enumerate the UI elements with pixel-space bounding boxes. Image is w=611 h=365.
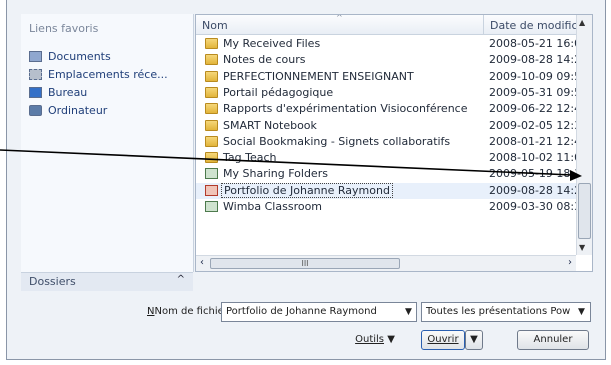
scroll-right-icon[interactable]: › xyxy=(568,257,572,268)
nav-item-label: Bureau xyxy=(48,85,88,99)
sort-arrow-icon: ^ xyxy=(336,15,343,22)
vertical-scroll-thumb[interactable] xyxy=(578,183,591,239)
vertical-scrollbar[interactable]: ▲ ▼ xyxy=(576,15,592,255)
desktop-icon xyxy=(29,86,42,98)
row-date: 2009-08-28 14:26 xyxy=(489,53,589,67)
recent-places-icon xyxy=(29,68,42,80)
folder-icon xyxy=(205,103,218,115)
folder-icon xyxy=(205,135,218,147)
nav-item-label: Ordinateur xyxy=(48,103,108,117)
nav-item-desktop[interactable]: Bureau xyxy=(29,83,87,101)
row-date: 2009-10-09 09:53 xyxy=(489,69,589,83)
row-date: 2009-06-22 12:48 xyxy=(489,102,589,116)
table-row[interactable]: Portail pédagogique 2009-05-31 09:54 xyxy=(196,85,588,101)
row-name: Tag Teach xyxy=(223,151,277,165)
open-options-icon[interactable]: ▼ xyxy=(465,330,483,350)
row-date: 2008-05-21 16:07 xyxy=(489,37,589,50)
file-open-dialog: Liens favoris Documents Emplacements réc… xyxy=(6,0,606,360)
row-date: 2009-08-28 14:26 xyxy=(489,183,589,197)
scroll-up-icon[interactable]: ▲ xyxy=(579,18,585,27)
favorites-title: Liens favoris xyxy=(29,22,99,35)
row-name: My Sharing Folders xyxy=(223,167,328,181)
horizontal-scroll-thumb[interactable]: III xyxy=(210,258,400,269)
table-row[interactable]: Social Bookmaking - Signets collaboratif… xyxy=(196,134,588,150)
table-row[interactable]: Tag Teach 2008-10-02 11:04 xyxy=(196,150,588,166)
folder-icon xyxy=(205,38,218,49)
computer-icon xyxy=(29,104,42,116)
nav-item-label: Documents xyxy=(48,49,111,63)
row-name: Portfolio de Johanne Raymond xyxy=(221,182,393,198)
table-row[interactable]: Portfolio de Johanne Raymond 2009-08-28 1… xyxy=(196,182,588,199)
horizontal-scrollbar[interactable]: ‹ III › xyxy=(196,255,576,271)
row-date: 2009-02-05 12:31 xyxy=(489,118,589,132)
row-date: 2008-10-02 11:04 xyxy=(489,151,589,165)
row-date: 2009-05-31 09:54 xyxy=(489,85,589,99)
table-row[interactable]: My Sharing Folders 2009-05-19 18:14 xyxy=(196,166,588,182)
folder-icon xyxy=(205,152,218,164)
scroll-left-icon[interactable]: ‹ xyxy=(200,257,204,268)
column-header-name[interactable]: ^ Nom xyxy=(196,15,484,35)
tools-button[interactable]: Outils ▼ xyxy=(341,330,409,350)
filename-dropdown-icon[interactable]: ▼ xyxy=(405,307,412,317)
folders-toggle[interactable]: Dossiers ^ xyxy=(21,272,193,291)
table-row[interactable]: Wimba Classroom 2009-03-30 08:30 xyxy=(196,199,588,215)
row-name: Wimba Classroom xyxy=(223,200,323,213)
nav-item-label: Emplacements réce... xyxy=(48,67,168,81)
table-row[interactable]: My Received Files 2008-05-21 16:07 xyxy=(196,36,588,52)
row-name: Portail pédagogique xyxy=(223,85,334,99)
open-button[interactable]: Ouvrir xyxy=(421,330,465,350)
presentation-file-icon xyxy=(205,184,218,196)
row-name: My Received Files xyxy=(223,37,321,50)
row-date: 2009-05-19 18:14 xyxy=(489,167,589,181)
row-date: 2008-01-21 12:47 xyxy=(489,134,589,148)
filetype-dropdown-icon[interactable]: ▼ xyxy=(578,307,585,317)
column-header-date[interactable]: Date de modifica xyxy=(484,15,576,35)
navigation-pane: Liens favoris Documents Emplacements réc… xyxy=(21,14,194,272)
table-row[interactable]: Rapports d'expérimentation Visioconféren… xyxy=(196,101,588,117)
folder-icon xyxy=(205,70,218,82)
chevron-up-icon: ^ xyxy=(176,274,185,285)
table-row[interactable]: Notes de cours 2009-08-28 14:26 xyxy=(196,52,588,68)
row-name: Rapports d'expérimentation Visioconféren… xyxy=(223,102,468,116)
documents-icon xyxy=(29,50,42,62)
row-name: SMART Notebook xyxy=(223,118,317,132)
filetype-select[interactable]: Toutes les présentations Pow xyxy=(421,302,591,322)
scroll-down-icon[interactable]: ▼ xyxy=(579,243,585,252)
row-date: 2009-03-30 08:30 xyxy=(489,200,589,213)
file-list: ^ Nom Date de modifica My Received Files… xyxy=(195,14,593,272)
folders-label: Dossiers xyxy=(29,275,76,288)
row-name: Notes de cours xyxy=(223,53,306,67)
filename-input[interactable]: Portfolio de Johanne Raymond xyxy=(221,302,417,322)
shared-folder-icon xyxy=(205,168,218,180)
cancel-button[interactable]: Annuler xyxy=(517,330,589,350)
nav-item-computer[interactable]: Ordinateur xyxy=(29,101,107,119)
row-name: Social Bookmaking - Signets collaboratif… xyxy=(223,134,451,148)
table-row[interactable]: PERFECTIONNEMENT ENSEIGNANT 2009-10-09 09… xyxy=(196,69,588,85)
table-row[interactable]: SMART Notebook 2009-02-05 12:31 xyxy=(196,118,588,134)
row-name: PERFECTIONNEMENT ENSEIGNANT xyxy=(223,69,414,83)
shared-folder-icon xyxy=(205,201,218,212)
folder-icon xyxy=(205,119,218,131)
nav-item-recent-places[interactable]: Emplacements réce... xyxy=(29,65,168,83)
nav-item-documents[interactable]: Documents xyxy=(29,47,111,65)
folder-icon xyxy=(205,54,218,66)
folder-icon xyxy=(205,86,218,98)
